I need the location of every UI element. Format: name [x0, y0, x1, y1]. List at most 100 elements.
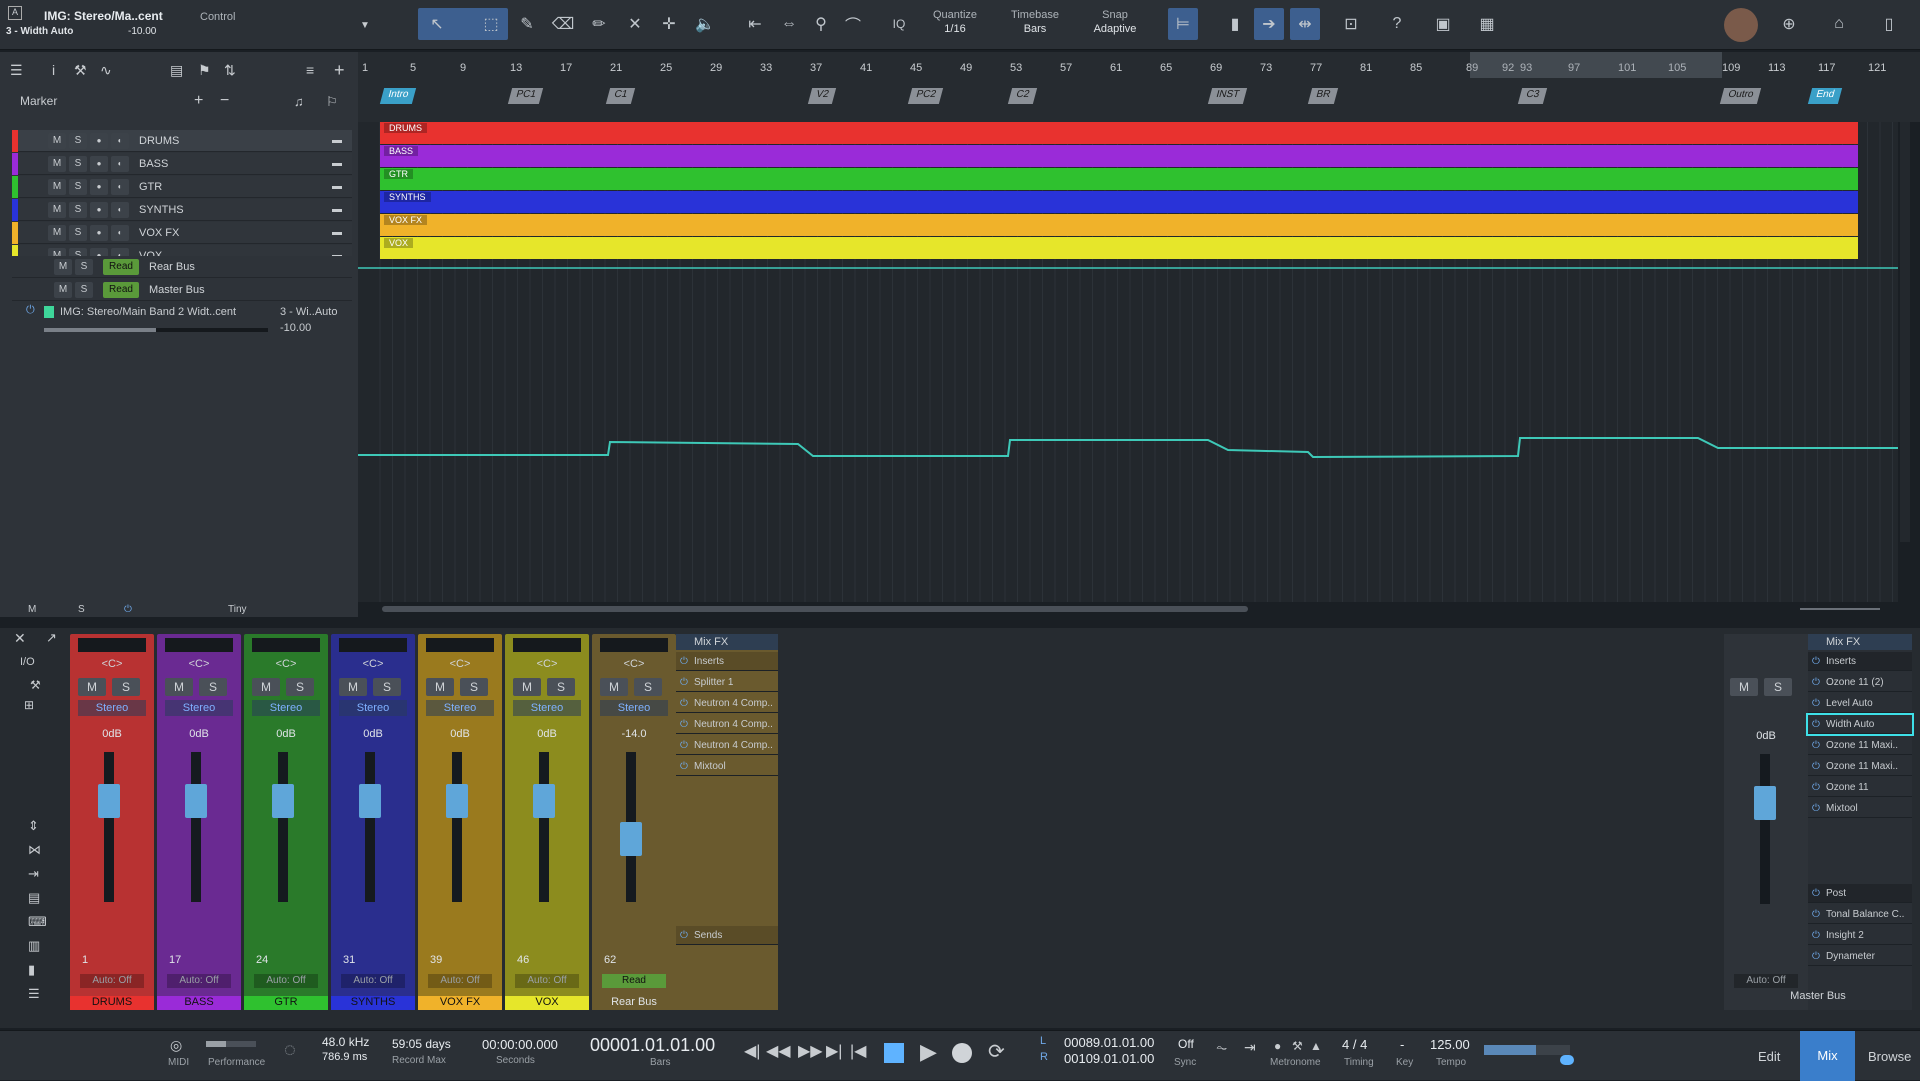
browse-tab[interactable]: Browse: [1868, 1049, 1911, 1064]
previous-marker-icon[interactable]: |◀: [850, 1041, 866, 1061]
vertical-scrollbar[interactable]: [1900, 122, 1910, 542]
volume-value[interactable]: 0dB: [331, 728, 415, 740]
output-toggle[interactable]: [1560, 1055, 1574, 1065]
solo-button[interactable]: S: [69, 201, 87, 218]
mute-button[interactable]: M: [48, 132, 66, 149]
keyboard-icon[interactable]: ⌨: [28, 914, 47, 930]
auto-mode[interactable]: Auto: Off: [428, 974, 492, 988]
track-row[interactable]: M S ● ◐ VOX FX ▬: [12, 221, 352, 244]
marker[interactable]: V2: [807, 88, 837, 104]
fader-track[interactable]: [539, 752, 549, 902]
bars-display[interactable]: 00001.01.01.00: [590, 1035, 715, 1056]
automation-value[interactable]: -10.00: [280, 322, 311, 334]
zoom-slider[interactable]: [1800, 608, 1880, 610]
fader-handle[interactable]: [446, 784, 468, 818]
volume-value[interactable]: -14.0: [592, 728, 676, 740]
banks-icon[interactable]: ▤: [28, 890, 40, 906]
cursor-follow-icon[interactable]: ▮: [1220, 8, 1250, 40]
add-track-icon[interactable]: +: [334, 60, 345, 81]
record-arm-icon[interactable]: ●: [90, 178, 108, 195]
add-marker-icon[interactable]: +: [194, 92, 203, 110]
marker[interactable]: PC2: [907, 88, 944, 104]
clip[interactable]: DRUMS: [380, 122, 1858, 144]
menu-icon[interactable]: ☰: [10, 62, 23, 79]
inserts-header[interactable]: Inserts: [676, 652, 778, 671]
record-arm-icon[interactable]: ●: [90, 224, 108, 241]
monitor-icon[interactable]: ◐: [111, 155, 129, 172]
fader-track[interactable]: [278, 752, 288, 902]
mute-button[interactable]: M: [339, 678, 367, 696]
monitor-icon[interactable]: ◐: [111, 132, 129, 149]
inspector-icon[interactable]: ⇥: [28, 866, 39, 882]
grid-view-icon[interactable]: ▦: [1472, 8, 1502, 40]
fader-handle[interactable]: [272, 784, 294, 818]
stereo-mode[interactable]: Stereo: [339, 700, 407, 716]
mute-button[interactable]: M: [600, 678, 628, 696]
record-button[interactable]: [952, 1043, 972, 1063]
layout-icon[interactable]: ▤: [170, 62, 183, 79]
track-size-select[interactable]: Tiny: [228, 604, 247, 615]
volume-value[interactable]: 0dB: [157, 728, 241, 740]
master-solo-button[interactable]: S: [1764, 678, 1792, 696]
sync-value[interactable]: Off: [1178, 1037, 1194, 1051]
mute-button[interactable]: M: [78, 678, 106, 696]
time-signature[interactable]: 4 / 4: [1342, 1037, 1367, 1052]
auto-mode[interactable]: Auto: Off: [80, 974, 144, 988]
wrench-icon[interactable]: ⚒: [30, 678, 41, 692]
folder-icon[interactable]: ▬: [332, 227, 342, 238]
mute-button[interactable]: M: [48, 201, 66, 218]
pan-control[interactable]: <C>: [244, 658, 328, 670]
solo-button[interactable]: S: [69, 155, 87, 172]
loop-range[interactable]: [1470, 52, 1722, 78]
bars-format-select[interactable]: Bars: [650, 1057, 671, 1068]
folder-icon[interactable]: ▬: [332, 158, 342, 169]
return-to-zero-icon[interactable]: ◀|: [744, 1041, 760, 1061]
mute-tool-icon[interactable]: ✕: [620, 8, 650, 40]
track-row-master-bus[interactable]: M S Read Master Bus: [12, 279, 352, 301]
solo-button[interactable]: S: [286, 678, 314, 696]
marker[interactable]: End: [1807, 88, 1842, 104]
fader-track[interactable]: [104, 752, 114, 902]
precount-icon[interactable]: ⏦: [1216, 1039, 1227, 1056]
master-auto-mode[interactable]: Auto: Off: [1734, 974, 1798, 988]
marker[interactable]: BR: [1307, 88, 1339, 104]
track-row[interactable]: M S ● ◐ SYNTHS ▬: [12, 198, 352, 221]
monitor-icon[interactable]: ◐: [111, 224, 129, 241]
insert-slot[interactable]: Ozone 11 Maxi..: [1808, 736, 1912, 755]
master-mixfx-header[interactable]: Mix FX: [1808, 634, 1912, 650]
loop-start[interactable]: 00089.01.01.00: [1064, 1035, 1154, 1050]
fit-icon[interactable]: ⇔: [774, 8, 804, 40]
remove-marker-icon[interactable]: −: [220, 92, 229, 110]
marker[interactable]: Outro: [1719, 88, 1762, 104]
auto-mode[interactable]: Auto: Off: [167, 974, 231, 988]
routing-icon[interactable]: ▥: [28, 938, 40, 954]
stereo-mode[interactable]: Stereo: [513, 700, 581, 716]
sort-icon[interactable]: ⇅: [224, 62, 236, 79]
bend-tool-icon[interactable]: ✛: [654, 8, 684, 40]
autoscroll-icon[interactable]: ⌒: [838, 8, 868, 40]
solo-button[interactable]: S: [75, 258, 93, 275]
solo-button[interactable]: S: [75, 281, 93, 298]
read-mode-button[interactable]: Read: [103, 281, 139, 298]
pan-control[interactable]: <C>: [505, 658, 589, 670]
master-volume-value[interactable]: 0dB: [1724, 730, 1808, 742]
arrange-view[interactable]: DRUMS BASS GTR SYNTHS VOX FX VOX: [358, 122, 1910, 602]
master-fader-track[interactable]: [1760, 754, 1770, 904]
metronome-dot-icon[interactable]: ●: [1274, 1039, 1281, 1053]
range-tool-icon[interactable]: ⬚: [476, 8, 506, 40]
solo-button[interactable]: S: [547, 678, 575, 696]
eraser-tool-icon[interactable]: ⌫: [548, 8, 578, 40]
insert-slot[interactable]: Width Auto: [1806, 713, 1914, 736]
midi-icon[interactable]: ◎: [170, 1037, 182, 1054]
stereo-mode[interactable]: Stereo: [78, 700, 146, 716]
pan-control[interactable]: <C>: [592, 658, 676, 670]
mute-button[interactable]: M: [48, 224, 66, 241]
folder-icon[interactable]: ▬: [332, 135, 342, 146]
height-icon[interactable]: ⇕: [28, 818, 39, 834]
insert-slot[interactable]: Ozone 11: [1808, 778, 1912, 797]
note-icon[interactable]: ♫: [294, 94, 304, 109]
automation-track-name[interactable]: IMG: Stereo/Main Band 2 Widt..cent: [60, 306, 236, 318]
timestretch-icon[interactable]: ⇤: [740, 8, 770, 40]
home-icon[interactable]: ⌂: [1824, 8, 1854, 40]
iq-button[interactable]: IQ: [884, 8, 914, 40]
